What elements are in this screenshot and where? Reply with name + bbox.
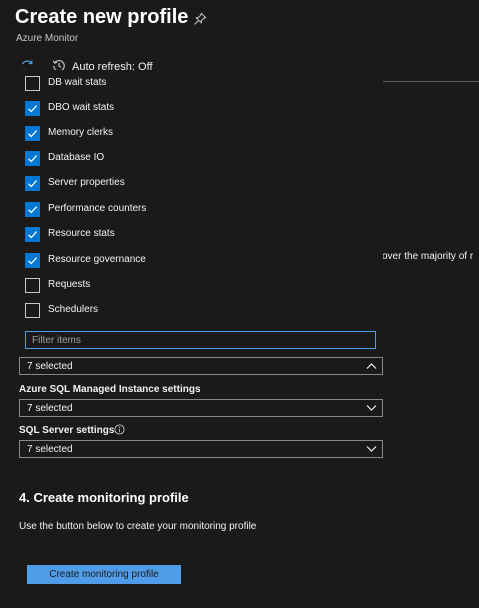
chevron-up-icon	[366, 363, 377, 369]
checkbox[interactable]	[25, 176, 40, 191]
checkmark-icon	[28, 257, 38, 265]
option-label: Database IO	[48, 152, 105, 163]
option-label: Memory clerks	[48, 127, 114, 138]
option-database-io[interactable]: Database IO	[25, 149, 365, 169]
option-label: Performance counters	[48, 203, 147, 214]
option-resource-stats[interactable]: Resource stats	[25, 225, 365, 245]
checkbox[interactable]	[25, 227, 40, 242]
checkmark-icon	[28, 130, 38, 138]
checkbox[interactable]	[25, 303, 40, 318]
option-memory-clerks[interactable]: Memory clerks	[25, 124, 365, 144]
option-db-wait-stats[interactable]: DB wait stats	[25, 74, 365, 94]
option-label: DB wait stats	[48, 77, 107, 88]
chevron-down-icon	[366, 405, 377, 411]
checkmark-icon	[28, 180, 38, 188]
managed-instance-settings-label: Azure SQL Managed Instance settings	[19, 384, 201, 395]
option-label: DBO wait stats	[48, 102, 115, 113]
checkmark-icon	[28, 155, 38, 163]
section-title: 4. Create monitoring profile	[19, 490, 189, 505]
option-schedulers[interactable]: Schedulers	[25, 301, 365, 321]
checkbox[interactable]	[25, 253, 40, 268]
option-resource-governance[interactable]: Resource governance	[25, 251, 365, 271]
option-label: Server properties	[48, 177, 125, 188]
managed-instance-settings-dropdown[interactable]: 7 selected	[19, 399, 383, 417]
option-label: Resource stats	[48, 228, 115, 239]
create-monitoring-profile-button[interactable]: Create monitoring profile	[27, 565, 181, 584]
checkbox[interactable]	[25, 278, 40, 293]
dropdown-value: 7 selected	[27, 444, 73, 455]
checkmark-icon	[28, 105, 38, 113]
page-subtitle: Azure Monitor	[16, 33, 79, 44]
metrics-dropdown-panel: DB wait stats DBO wait stats Memory cler…	[17, 70, 383, 354]
section-description: Use the button below to create your moni…	[19, 521, 257, 532]
checkbox[interactable]	[25, 76, 40, 91]
checkmark-icon	[28, 231, 38, 239]
chevron-down-icon	[366, 446, 377, 452]
option-label: Schedulers	[48, 304, 99, 315]
checkbox[interactable]	[25, 151, 40, 166]
pin-icon[interactable]	[193, 12, 207, 26]
checkbox[interactable]	[25, 126, 40, 141]
option-label: Requests	[48, 279, 91, 290]
divider	[383, 81, 479, 82]
option-performance-counters[interactable]: Performance counters	[25, 200, 365, 220]
option-server-properties[interactable]: Server properties	[25, 174, 365, 194]
sql-server-settings-dropdown[interactable]: 7 selected	[19, 440, 383, 458]
filter-items-input[interactable]	[25, 331, 376, 349]
sql-server-settings-label: SQL Server settings	[19, 425, 115, 436]
dropdown-value: 7 selected	[27, 361, 73, 372]
info-icon[interactable]	[114, 424, 125, 435]
page-title: Create new profile	[15, 6, 189, 28]
checkbox[interactable]	[25, 101, 40, 116]
background-text-fragment: over the majority of r	[382, 251, 474, 262]
checkbox[interactable]	[25, 202, 40, 217]
sql-db-settings-dropdown[interactable]: 7 selected	[19, 357, 383, 375]
option-label: Resource governance	[48, 254, 146, 265]
dropdown-value: 7 selected	[27, 403, 73, 414]
checkmark-icon	[28, 206, 38, 214]
option-requests[interactable]: Requests	[25, 276, 365, 296]
option-dbo-wait-stats[interactable]: DBO wait stats	[25, 99, 365, 119]
